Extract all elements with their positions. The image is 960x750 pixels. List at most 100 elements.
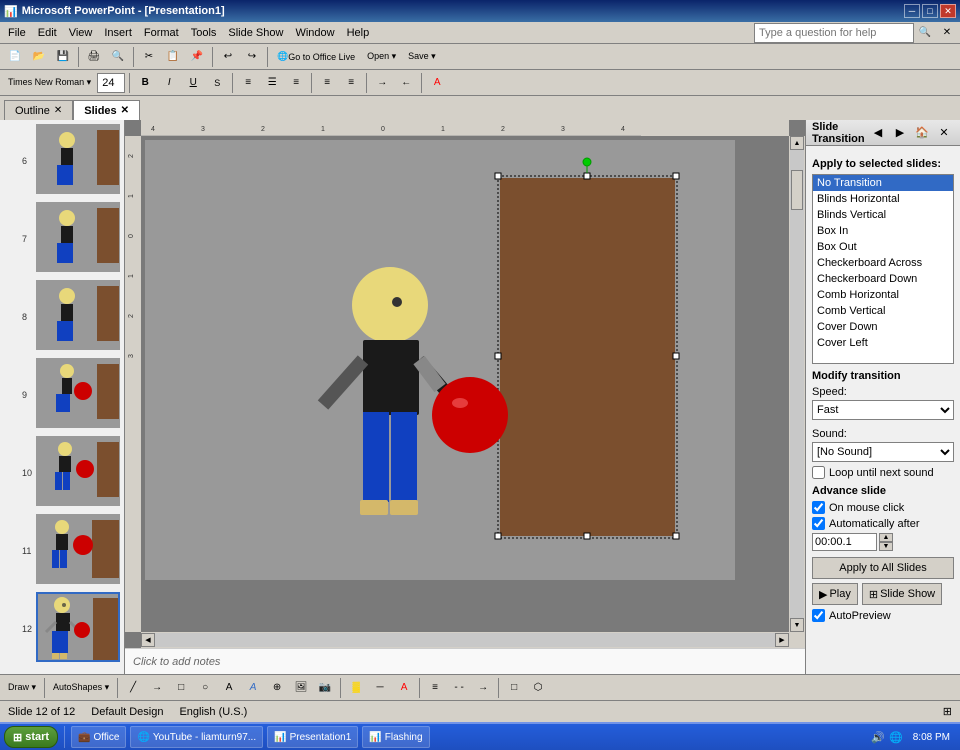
transition-blinds-v[interactable]: Blinds Vertical xyxy=(813,207,953,223)
menu-view[interactable]: View xyxy=(63,22,99,43)
new-button[interactable]: 📄 xyxy=(4,46,26,68)
scroll-thumb-vertical[interactable] xyxy=(791,170,803,210)
youtube-taskbar-item[interactable]: 🌐 YouTube - liamturn97... xyxy=(130,726,263,748)
line-style-tool[interactable]: ≡ xyxy=(424,677,446,699)
autopreview-checkbox[interactable] xyxy=(812,609,825,622)
open-dropdown-button[interactable]: Open ▾ xyxy=(362,46,401,68)
print-button[interactable]: 🖨 xyxy=(83,46,105,68)
slideshow-button[interactable]: ⊞ Slide Show xyxy=(862,583,942,605)
slide-11-thumb[interactable] xyxy=(36,514,120,584)
transition-cover-down[interactable]: Cover Down xyxy=(813,319,953,335)
menu-window[interactable]: Window xyxy=(289,22,340,43)
time-input[interactable] xyxy=(812,533,877,551)
scroll-up-arrow[interactable]: ▲ xyxy=(790,136,804,150)
transition-comb-v[interactable]: Comb Vertical xyxy=(813,303,953,319)
autoshapes-button[interactable]: AutoShapes ▾ xyxy=(49,677,113,699)
align-center-button[interactable]: ☰ xyxy=(261,72,283,94)
slide-12-thumb[interactable] xyxy=(36,592,120,662)
start-button[interactable]: ⊞ start xyxy=(4,726,58,748)
preview-button[interactable]: 🔍 xyxy=(107,46,129,68)
on-click-checkbox[interactable] xyxy=(812,501,825,514)
font-size-btn[interactable]: Times New Roman ▾ xyxy=(4,72,95,94)
transition-blinds-h[interactable]: Blinds Horizontal xyxy=(813,191,953,207)
decrease-indent-button[interactable]: ← xyxy=(395,72,417,94)
arrow-tool[interactable]: → xyxy=(146,677,168,699)
panel-home-button[interactable]: 🏠 xyxy=(912,124,932,142)
slide-7-thumb[interactable] xyxy=(36,202,120,272)
shadow-button[interactable]: S xyxy=(206,72,228,94)
font-color-button[interactable]: A xyxy=(426,72,448,94)
menu-help[interactable]: Help xyxy=(341,22,376,43)
slide-8-thumb[interactable] xyxy=(36,280,120,350)
copy-button[interactable]: 📋 xyxy=(162,46,184,68)
bold-button[interactable]: B xyxy=(134,72,156,94)
speed-select[interactable]: Fast Medium Slow xyxy=(812,400,954,420)
slide-main-canvas[interactable] xyxy=(145,140,735,580)
apply-all-button[interactable]: Apply to All Slides xyxy=(812,557,954,579)
tab-slides[interactable]: Slides ✕ xyxy=(73,100,140,120)
transition-checkerboard-down[interactable]: Checkerboard Down xyxy=(813,271,953,287)
sound-select[interactable]: [No Sound] Applause Arrow xyxy=(812,442,954,462)
scroll-track-horizontal[interactable] xyxy=(155,633,775,647)
align-right-button[interactable]: ≡ xyxy=(285,72,307,94)
diagram-tool[interactable]: ⊕ xyxy=(266,677,288,699)
scroll-left-arrow[interactable]: ◀ xyxy=(141,633,155,647)
help-search-input[interactable] xyxy=(754,23,914,43)
transition-checkerboard-across[interactable]: Checkerboard Across xyxy=(813,255,953,271)
wordart-tool[interactable]: A xyxy=(242,677,264,699)
undo-button[interactable]: ↩ xyxy=(217,46,239,68)
fill-color-tool[interactable]: ▓ xyxy=(345,677,367,699)
tab-outline[interactable]: Outline ✕ xyxy=(4,100,73,120)
menu-edit[interactable]: Edit xyxy=(32,22,63,43)
slide-10-thumb[interactable] xyxy=(36,436,120,506)
numbering-button[interactable]: ≡ xyxy=(340,72,362,94)
scroll-right-arrow[interactable]: ▶ xyxy=(775,633,789,647)
cut-button[interactable]: ✂ xyxy=(138,46,160,68)
scroll-down-arrow[interactable]: ▼ xyxy=(790,618,804,632)
shadow-style-tool[interactable]: □ xyxy=(503,677,525,699)
slide-9-thumb[interactable] xyxy=(36,358,120,428)
auto-after-checkbox[interactable] xyxy=(812,517,825,530)
underline-button[interactable]: U xyxy=(182,72,204,94)
increase-indent-button[interactable]: → xyxy=(371,72,393,94)
transition-no-transition[interactable]: No Transition xyxy=(813,175,953,191)
time-spinner[interactable]: ▲ ▼ xyxy=(879,533,893,551)
rect-tool[interactable]: □ xyxy=(170,677,192,699)
line-tool[interactable]: ╱ xyxy=(122,677,144,699)
arrow-style-tool[interactable]: → xyxy=(472,677,494,699)
line-color-tool[interactable]: ─ xyxy=(369,677,391,699)
save-button[interactable]: 💾 xyxy=(52,46,74,68)
office-live-button[interactable]: 🌐 Go to Office Live xyxy=(272,46,360,68)
menu-tools[interactable]: Tools xyxy=(185,22,223,43)
panel-close-button[interactable]: ✕ xyxy=(934,124,954,142)
italic-button[interactable]: I xyxy=(158,72,180,94)
panel-forward-button[interactable]: ▶ xyxy=(890,124,910,142)
redo-button[interactable]: ↪ xyxy=(241,46,263,68)
close-button[interactable]: ✕ xyxy=(940,4,956,18)
menu-insert[interactable]: Insert xyxy=(98,22,138,43)
help-search-button[interactable]: 🔍 xyxy=(914,22,936,44)
slide-panel-scroll[interactable]: 6 7 xyxy=(0,120,124,674)
outline-tab-close[interactable]: ✕ xyxy=(54,105,62,116)
time-spin-down[interactable]: ▼ xyxy=(879,542,893,551)
save-dropdown-button[interactable]: Save ▾ xyxy=(403,46,441,68)
minimize-button[interactable]: ─ xyxy=(904,4,920,18)
bullets-button[interactable]: ≡ xyxy=(316,72,338,94)
transition-comb-h[interactable]: Comb Horizontal xyxy=(813,287,953,303)
flashing-taskbar-item[interactable]: 📊 Flashing xyxy=(362,726,429,748)
transition-list[interactable]: No Transition Blinds Horizontal Blinds V… xyxy=(812,174,954,364)
vertical-scrollbar[interactable]: ▲ ▼ xyxy=(789,136,805,632)
office-taskbar-item[interactable]: 💼 Office xyxy=(71,726,126,748)
presentation-taskbar-item[interactable]: 📊 Presentation1 xyxy=(267,726,358,748)
clipart-tool[interactable]: 🖼 xyxy=(290,677,312,699)
notes-area[interactable]: Click to add notes xyxy=(125,648,805,674)
paste-button[interactable]: 📌 xyxy=(186,46,208,68)
loop-checkbox[interactable] xyxy=(812,466,825,479)
draw-button[interactable]: Draw ▾ xyxy=(4,677,40,699)
align-left-button[interactable]: ≡ xyxy=(237,72,259,94)
transition-box-out[interactable]: Box Out xyxy=(813,239,953,255)
font-size-input[interactable] xyxy=(97,73,125,93)
dash-style-tool[interactable]: - - xyxy=(448,677,470,699)
font-color-tool2[interactable]: A xyxy=(393,677,415,699)
transition-cover-left[interactable]: Cover Left xyxy=(813,335,953,351)
